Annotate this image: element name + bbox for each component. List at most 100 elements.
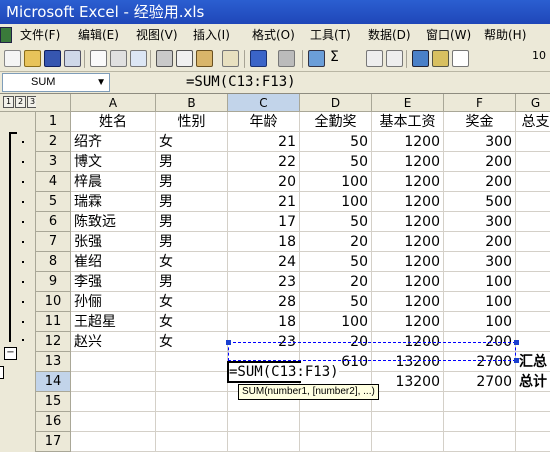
cell[interactable]: 21 [228,192,300,212]
cell[interactable]: 20 [300,232,372,252]
cell[interactable]: 梓晨 [71,172,156,192]
cell[interactable] [516,152,550,172]
active-cell-formula[interactable]: =SUM(C13:F13) [229,363,339,381]
cell[interactable]: 1200 [372,252,444,272]
copy-icon[interactable] [176,50,193,67]
cell[interactable]: 总计 [516,372,550,392]
cell[interactable] [516,272,550,292]
cell[interactable]: 1200 [372,192,444,212]
cell[interactable] [372,392,444,412]
cell[interactable]: 性别 [156,112,228,132]
menu-tools[interactable]: 工具(T) [310,24,351,46]
cell[interactable]: 300 [444,212,516,232]
cell[interactable] [372,412,444,432]
cell[interactable]: 男 [156,172,228,192]
column-header-g[interactable]: G [516,94,550,112]
cell[interactable]: 女 [156,132,228,152]
zoom-value[interactable]: 10 [532,49,546,62]
cell[interactable]: 女 [156,252,228,272]
outline-collapse-button[interactable]: − [4,347,17,360]
cell[interactable]: 1200 [372,272,444,292]
menu-format[interactable]: 格式(O) [252,24,295,46]
cell[interactable]: 50 [300,252,372,272]
menu-window[interactable]: 窗口(W) [426,24,471,46]
chart-wizard-icon[interactable] [412,50,429,67]
cell[interactable]: 100 [444,292,516,312]
row-header[interactable]: 1 [36,112,71,132]
cell[interactable]: 1200 [372,152,444,172]
formula-input[interactable]: =SUM(C13:F13) [186,73,296,92]
cell[interactable]: 奖金 [444,112,516,132]
cell[interactable]: 男 [156,272,228,292]
cell[interactable] [156,412,228,432]
cell[interactable]: 18 [228,232,300,252]
undo-icon[interactable] [250,50,267,67]
workbook-icon[interactable] [0,27,12,43]
cell[interactable] [71,412,156,432]
row-header[interactable]: 13 [36,352,71,372]
cell[interactable]: 17 [228,212,300,232]
column-header-f[interactable]: F [444,94,516,112]
cell[interactable]: 100 [300,192,372,212]
paste-icon[interactable] [196,50,213,67]
cell[interactable]: 22 [228,152,300,172]
open-icon[interactable] [24,50,41,67]
row-header[interactable]: 11 [36,312,71,332]
cell[interactable] [516,192,550,212]
menu-help[interactable]: 帮助(H) [484,24,526,46]
outline-level-2[interactable]: 2 [15,96,26,108]
cell[interactable]: 王超星 [71,312,156,332]
row-header[interactable]: 2 [36,132,71,152]
row-header[interactable]: 15 [36,392,71,412]
cell[interactable] [71,372,156,392]
cell[interactable]: 28 [228,292,300,312]
column-header-d[interactable]: D [300,94,372,112]
cell[interactable] [516,332,550,352]
cell[interactable]: 18 [228,312,300,332]
redo-icon[interactable] [278,50,295,67]
cell[interactable] [516,312,550,332]
zoom-box[interactable] [452,50,469,67]
cell[interactable]: 基本工资 [372,112,444,132]
row-header[interactable]: 9 [36,272,71,292]
cell[interactable]: 2700 [444,372,516,392]
row-header[interactable]: 14 [36,372,71,392]
row-header[interactable]: 3 [36,152,71,172]
row-header[interactable]: 12 [36,332,71,352]
drawing-icon[interactable] [432,50,449,67]
menu-file[interactable]: 文件(F) [20,24,60,46]
cell[interactable] [300,412,372,432]
cell[interactable]: 24 [228,252,300,272]
menu-view[interactable]: 视图(V) [136,24,178,46]
cell[interactable] [228,412,300,432]
cell[interactable] [516,412,550,432]
cell[interactable] [71,352,156,372]
cell[interactable] [516,212,550,232]
cell[interactable]: 1200 [372,212,444,232]
cell[interactable]: 姓名 [71,112,156,132]
spelling-icon[interactable] [130,50,147,67]
cell[interactable]: 汇总 [516,352,550,372]
cut-icon[interactable] [156,50,173,67]
worksheet-grid[interactable]: A B C D E F G 1 姓名 性别 年龄 全勤奖 基本工资 奖金 总支 2 绍齐女 21 50… [36,94,550,452]
cell[interactable] [516,232,550,252]
cell[interactable] [516,172,550,192]
cell[interactable]: 张强 [71,232,156,252]
cell[interactable]: 500 [444,192,516,212]
cell[interactable] [372,432,444,452]
column-header-e[interactable]: E [372,94,444,112]
print-icon[interactable] [90,50,107,67]
cell[interactable]: 100 [444,272,516,292]
cell[interactable] [156,372,228,392]
cell[interactable]: 50 [300,292,372,312]
cell[interactable] [156,432,228,452]
sort-ascending-icon[interactable] [366,50,383,67]
cell[interactable]: 年龄 [228,112,300,132]
cell[interactable]: 20 [228,172,300,192]
cell[interactable]: 博文 [71,152,156,172]
column-header-b[interactable]: B [156,94,228,112]
row-header[interactable]: 17 [36,432,71,452]
cell[interactable]: 全勤奖 [300,112,372,132]
cell[interactable]: 崔绍 [71,252,156,272]
new-icon[interactable] [4,50,21,67]
